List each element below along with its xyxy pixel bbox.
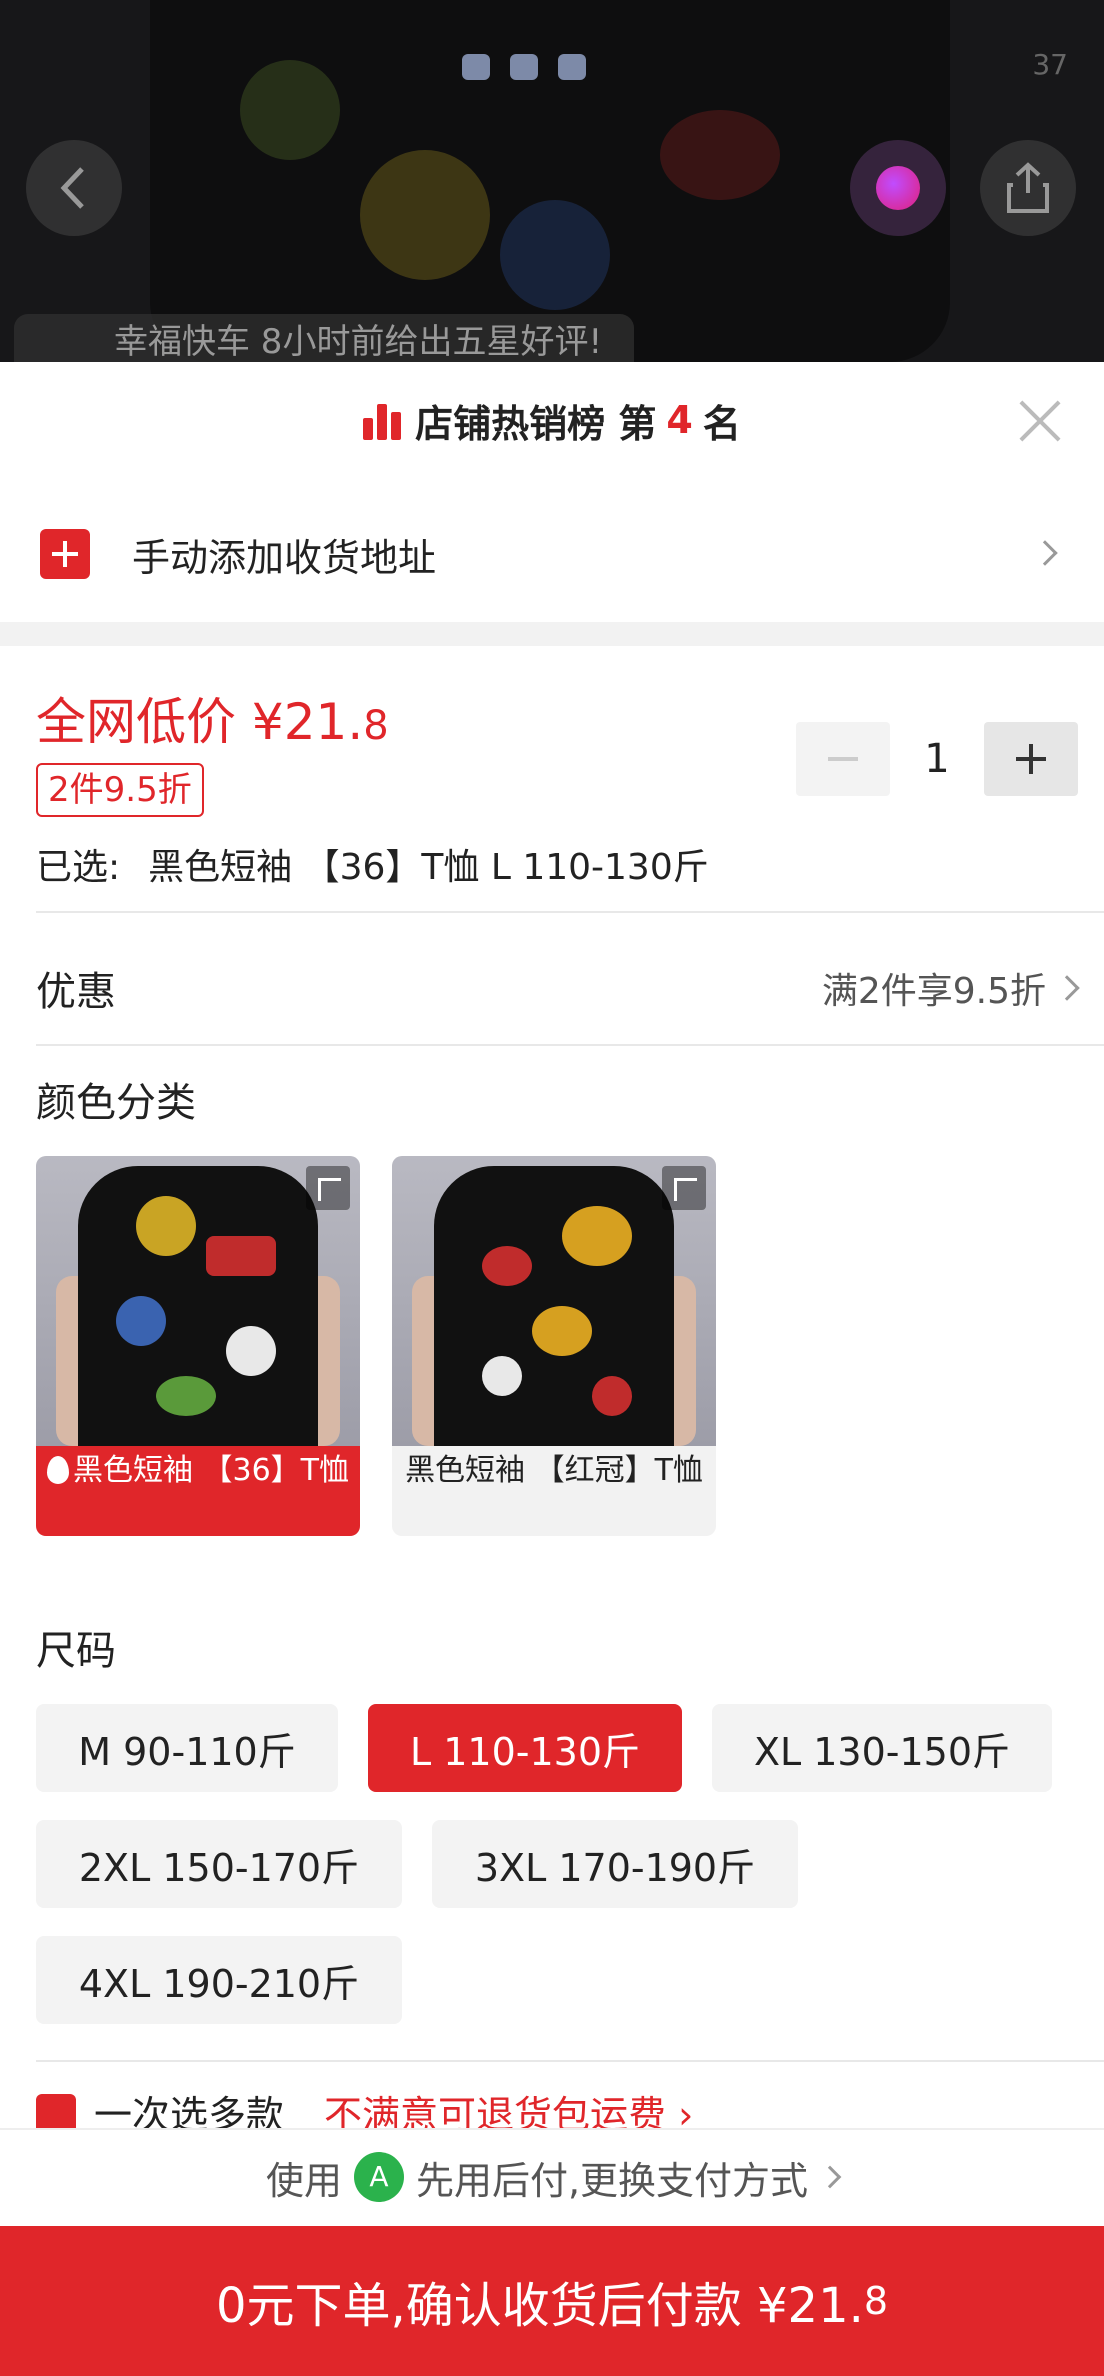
minus-icon — [828, 757, 858, 761]
divider — [36, 911, 1104, 913]
size-option-3xl[interactable]: 3XL 170-190斤 — [432, 1820, 798, 1908]
divider — [36, 1044, 1104, 1046]
back-button[interactable] — [26, 140, 122, 236]
place-order-button[interactable]: 0元下单,确认收货后付款 ¥21. 8 — [0, 2226, 1104, 2376]
discount-tag: 2件9.5折 — [36, 763, 204, 817]
sku-selection-sheet: 店铺热销榜 第 4 名 手动添加收货地址 全网低价 ¥21.8 2件9.5折 1… — [0, 362, 1104, 2376]
size-option-2xl[interactable]: 2XL 150-170斤 — [36, 1820, 402, 1908]
size-option-4xl[interactable]: 4XL 190-210斤 — [36, 1936, 402, 2024]
favorite-button[interactable] — [850, 140, 946, 236]
payment-prefix: 使用 — [265, 2158, 342, 2203]
selected-summary: 已选: 黑色短袖 【36】T恤 L 110-130斤 — [36, 838, 709, 890]
add-address-row[interactable]: 手动添加收货地址 — [0, 492, 1104, 616]
promo-value: 满2件享9.5折 — [821, 971, 1046, 1012]
promo-row[interactable]: 优惠 满2件享9.5折 — [36, 948, 1080, 1028]
flame-icon — [46, 1456, 69, 1484]
promo-label: 优惠 — [36, 969, 116, 1015]
status-bar-icons — [462, 54, 586, 80]
chevron-left-icon — [60, 167, 84, 209]
color-option-red-crown[interactable]: 黑色短袖 【红冠】T恤 — [392, 1156, 716, 1536]
rank-prefix: 店铺热销榜 第 — [415, 401, 657, 446]
payment-text: 先用后付,更换支付方式 — [415, 2158, 809, 2203]
decrease-button[interactable] — [796, 722, 890, 796]
close-icon[interactable] — [1018, 398, 1062, 442]
price-label: 全网低价 ¥21. — [36, 693, 364, 751]
share-icon — [1007, 162, 1049, 213]
expand-icon[interactable] — [306, 1166, 350, 1210]
size-option-l[interactable]: L 110-130斤 — [368, 1704, 682, 1792]
price: 全网低价 ¥21.8 — [36, 682, 389, 754]
review-ticker: 幸福快车 8小时前给出五星好评! — [14, 314, 634, 362]
size-section-title: 尺码 — [36, 1628, 116, 1674]
size-option-xl[interactable]: XL 130-150斤 — [712, 1704, 1052, 1792]
chevron-right-icon — [1032, 540, 1058, 566]
place-order-decimal: 8 — [863, 2279, 889, 2323]
add-icon — [40, 529, 90, 579]
rank-number: 4 — [666, 398, 693, 442]
selected-label: 已选: — [36, 847, 121, 888]
color-option-label: 黑色短袖 【红冠】T恤 — [405, 1453, 703, 1488]
color-option-label: 黑色短袖 【36】T恤 — [36, 1446, 360, 1536]
rank-chart-icon — [363, 400, 402, 440]
add-address-label: 手动添加收货地址 — [132, 535, 437, 580]
heart-icon — [876, 166, 920, 210]
increase-button[interactable] — [984, 722, 1078, 796]
color-section-title: 颜色分类 — [36, 1080, 196, 1126]
hot-sales-rank[interactable]: 店铺热销榜 第 4 名 — [0, 362, 1104, 478]
divider — [36, 2060, 1104, 2062]
price-decimal: 8 — [363, 703, 389, 749]
selected-value: 黑色短袖 【36】T恤 L 110-130斤 — [148, 847, 709, 888]
place-order-label: 0元下单,确认收货后付款 ¥21. — [215, 2278, 864, 2334]
quantity-stepper: 1 — [796, 722, 1078, 796]
chevron-right-icon — [1054, 975, 1080, 1001]
share-button[interactable] — [980, 140, 1076, 236]
rank-suffix: 名 — [702, 401, 741, 446]
battery-level: 37 — [1032, 48, 1068, 81]
pay-later-badge-icon: A — [353, 2152, 404, 2202]
expand-icon[interactable] — [662, 1166, 706, 1210]
size-option-m[interactable]: M 90-110斤 — [36, 1704, 338, 1792]
product-image-backdrop: 37 幸福快车 8小时前给出五星好评! — [0, 0, 1104, 362]
quantity-value[interactable]: 1 — [890, 736, 984, 782]
payment-method-row[interactable]: 使用 A 先用后付,更换支付方式 — [0, 2128, 1104, 2224]
section-divider — [0, 622, 1104, 646]
chevron-right-icon — [818, 2165, 842, 2189]
color-option-36[interactable]: 黑色短袖 【36】T恤 — [36, 1156, 360, 1536]
